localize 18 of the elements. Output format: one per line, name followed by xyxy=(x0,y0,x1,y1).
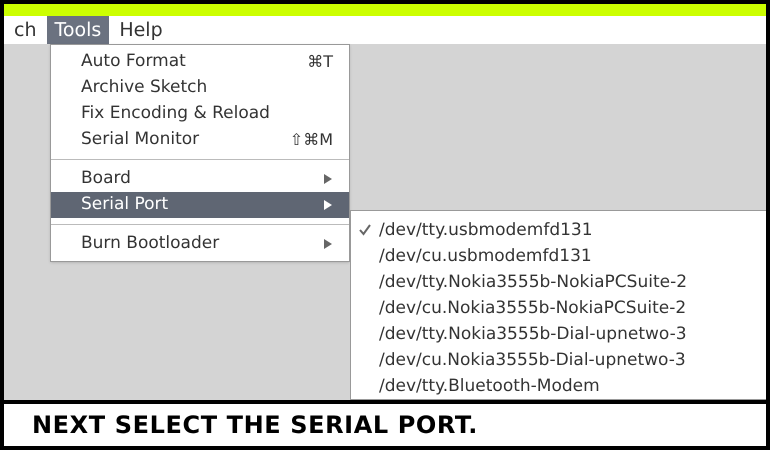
menu-item[interactable]: Archive Sketch xyxy=(51,75,349,101)
port-item[interactable]: /dev/cu.Nokia3555b-NokiaPCSuite-2 xyxy=(351,295,766,321)
port-item[interactable]: /dev/cu.usbmodemfd131 xyxy=(351,243,766,269)
menu-item[interactable]: Board xyxy=(51,166,349,192)
port-item[interactable]: /dev/tty.usbmodemfd131 xyxy=(351,217,766,243)
menu-item[interactable]: Burn Bootloader xyxy=(51,231,349,257)
menu-bar-item[interactable]: Help xyxy=(109,16,173,44)
port-item[interactable]: /dev/tty.Nokia3555b-Dial-upnetwo-3 xyxy=(351,321,766,347)
menu-item[interactable]: Fix Encoding & Reload xyxy=(51,101,349,127)
menu-bar-item[interactable]: Tools xyxy=(46,16,110,44)
menu-item[interactable]: Serial Port xyxy=(51,192,349,218)
port-item[interactable]: /dev/cu.Nokia3555b-Dial-upnetwo-3 xyxy=(351,347,766,373)
menu-item[interactable]: Serial Monitor ⇧⌘M xyxy=(51,127,349,153)
menu-bar-item[interactable]: ch xyxy=(4,16,46,44)
port-item[interactable]: /dev/tty.Bluetooth-Modem xyxy=(351,373,766,399)
caption-text: NEXT SELECT THE SERIAL PORT. xyxy=(32,410,478,441)
menu-item[interactable]: Auto Format ⌘T xyxy=(51,49,349,75)
port-item[interactable]: /dev/tty.Nokia3555b-NokiaPCSuite-2 xyxy=(351,269,766,295)
